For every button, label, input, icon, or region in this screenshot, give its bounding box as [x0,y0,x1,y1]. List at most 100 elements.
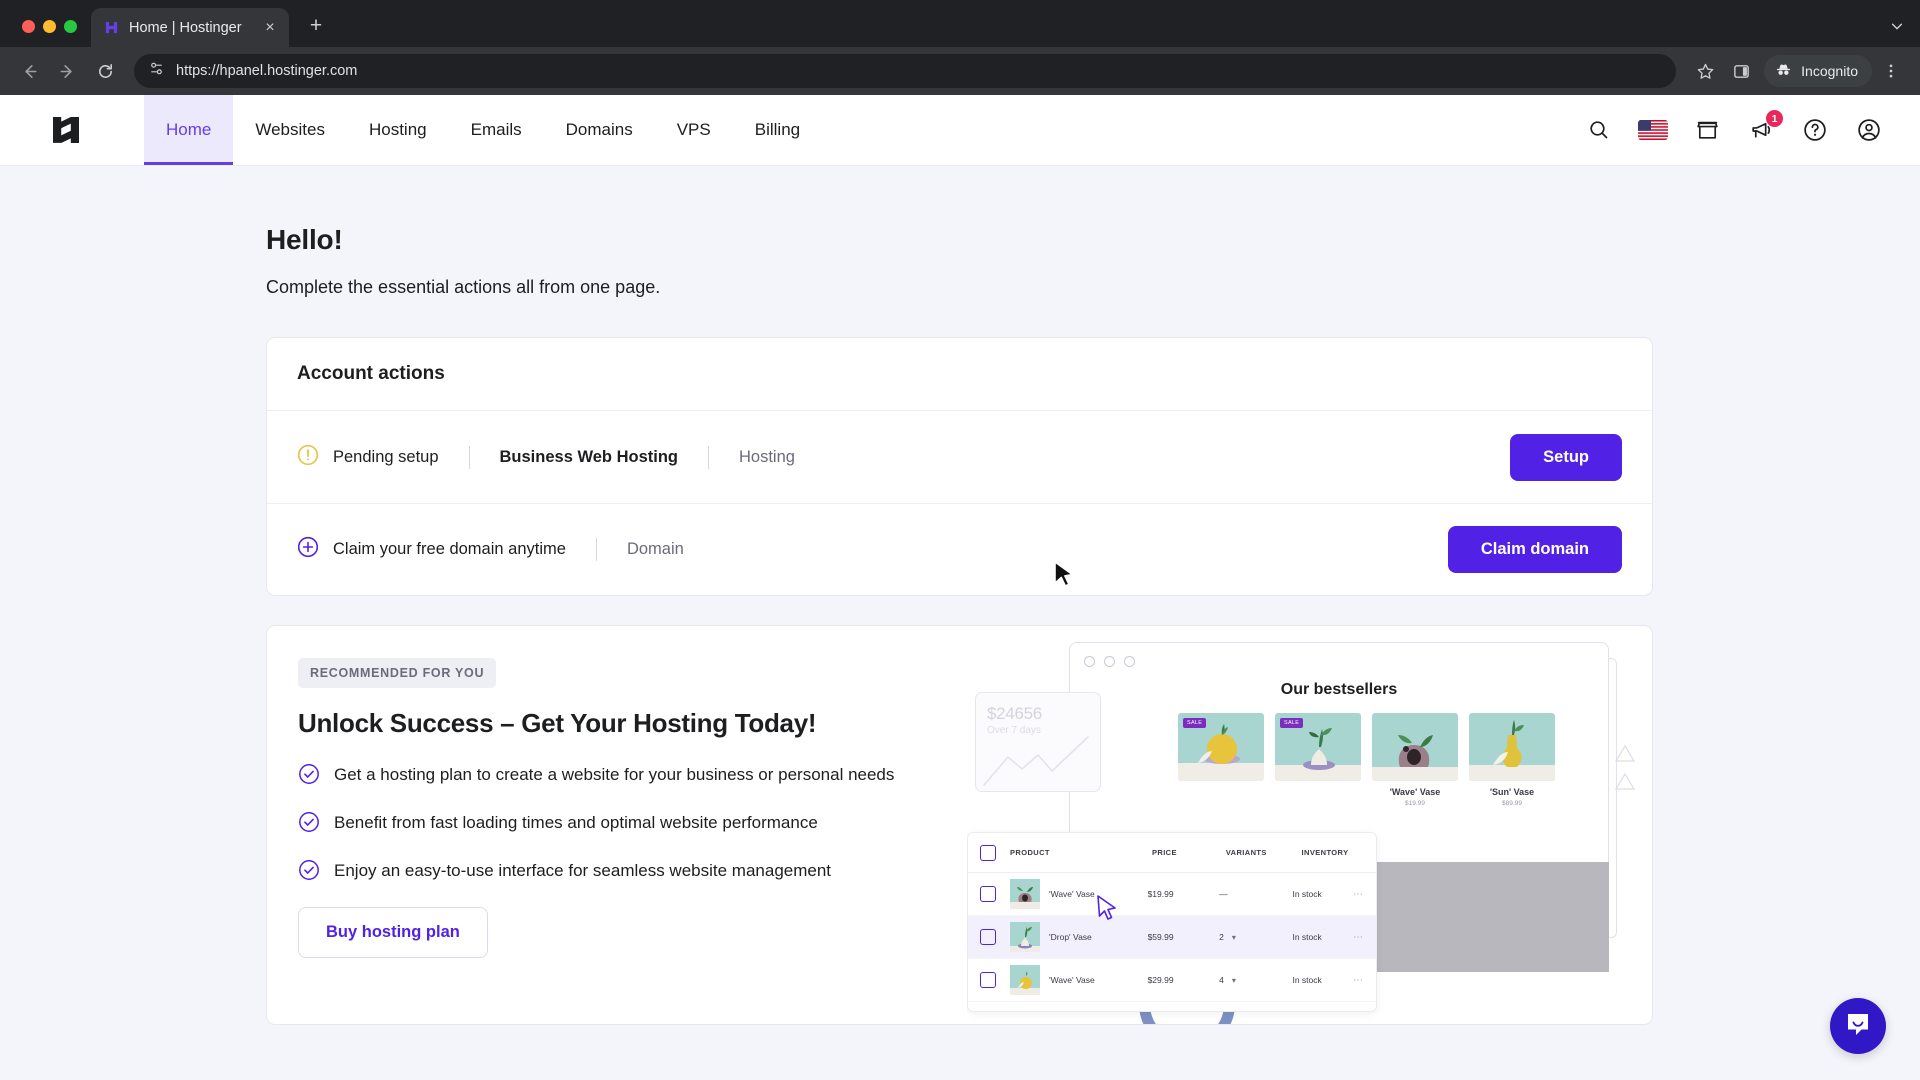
incognito-label: Incognito [1801,63,1858,79]
search-icon[interactable] [1584,115,1614,145]
maximize-window-button[interactable] [64,20,77,33]
nav-item-billing[interactable]: Billing [733,95,822,165]
account-avatar-icon[interactable] [1854,115,1884,145]
artwork-dot [1084,656,1095,667]
address-bar[interactable]: https://hpanel.hostinger.com [134,54,1677,88]
promo-artwork: Our bestsellers SALE SALE 'Wave' Vase $1… [967,626,1652,1024]
hpanel-nav-actions: 1 [1584,95,1884,165]
browser-tab[interactable]: Home | Hostinger × [91,8,289,47]
row-divider [468,445,470,469]
artwork-product-table: PRODUCT PRICE VARIANTS INVENTORY 'Wave' … [967,832,1377,1012]
account-actions-title: Account actions [297,363,445,384]
incognito-indicator[interactable]: Incognito [1764,55,1872,87]
cell-product: 'Wave' Vase [1010,965,1148,995]
select-all-checkbox[interactable] [980,844,996,861]
chevron-down-icon[interactable]: ▾ [1232,976,1236,985]
warning-exclamation-icon [297,444,319,471]
artwork-triangle-icon [1614,772,1636,796]
row-left: Pending setup Business Web Hosting Hosti… [297,444,795,471]
nav-item-domains[interactable]: Domains [544,95,655,165]
page-title: Hello! [266,224,343,255]
column-header-price: PRICE [1151,848,1177,857]
product-thumbnail [1010,922,1040,952]
claim-domain-button[interactable]: Claim domain [1447,526,1622,573]
artwork-triangle-icon [1614,744,1636,768]
row-checkbox[interactable] [980,929,996,945]
back-button[interactable] [12,54,46,88]
help-question-icon[interactable] [1800,115,1830,145]
bullet-text: Benefit from fast loading times and opti… [334,813,818,832]
browser-toolbar: https://hpanel.hostinger.com Incognito [0,47,1920,95]
cell-price: $29.99 [1147,975,1174,985]
hpanel-nav-items: Home Websites Hosting Emails Domains VPS… [144,95,822,165]
artwork-revenue-card: $24656 Over 7 days [975,692,1101,792]
buy-hosting-plan-button[interactable]: Buy hosting plan [298,907,488,958]
page-content: Hello! Complete the essential actions al… [0,166,1920,1025]
account-action-row-domain: Claim your free domain anytime Domain Cl… [267,503,1652,595]
check-circle-icon [298,763,320,790]
us-flag-icon[interactable] [1638,115,1668,145]
artwork-product: SALE [1275,713,1361,807]
row-more-icon[interactable]: ⋯ [1353,932,1364,943]
intercom-chat-icon [1843,1009,1873,1044]
hostinger-h-logo[interactable] [46,95,144,165]
new-tab-button[interactable]: + [303,14,329,38]
nav-label: VPS [676,120,711,139]
nav-item-websites[interactable]: Websites [233,95,347,165]
cell-price: $59.99 [1147,932,1174,942]
artwork-sale-tag: SALE [1280,718,1304,728]
nav-item-home[interactable]: Home [144,95,234,165]
tabstrip-collapse-icon[interactable] [1890,19,1920,47]
announcements-megaphone-icon[interactable]: 1 [1746,110,1783,145]
row-left: Claim your free domain anytime Domain [297,536,684,563]
three-dot-menu-icon[interactable] [1874,54,1908,88]
chevron-down-icon[interactable]: ▾ [1232,933,1236,942]
forward-button[interactable] [50,54,84,88]
check-circle-icon [298,811,320,838]
side-panel-icon[interactable] [1724,54,1758,88]
setup-button[interactable]: Setup [1510,433,1622,481]
row-checkbox[interactable] [980,972,996,988]
artwork-window-dots [1070,643,1608,667]
hpanel-navbar: Home Websites Hosting Emails Domains VPS… [0,95,1920,166]
artwork-product-price: $19.99 [1405,800,1425,807]
list-item: Benefit from fast loading times and opti… [298,811,898,838]
list-item: Enjoy an easy-to-use interface for seaml… [298,859,898,886]
nav-label: Hosting [368,120,427,139]
row-status: Pending setup [333,447,439,466]
artwork-sparkline [983,736,1089,786]
account-actions-header: Account actions [267,338,1652,411]
recommended-promo-card: RECOMMENDED FOR YOU Unlock Success – Get… [266,625,1653,1025]
row-checkbox[interactable] [980,886,996,902]
reload-button[interactable] [88,54,122,88]
minimize-window-button[interactable] [43,20,56,33]
row-more-icon[interactable]: ⋯ [1353,889,1364,900]
page-settings-icon[interactable] [148,60,165,82]
star-icon[interactable] [1688,54,1722,88]
artwork-product-price: $89.99 [1502,800,1522,807]
bullet-text: Get a hosting plan to create a website f… [334,765,895,784]
column-header-inventory: INVENTORY [1301,848,1349,857]
nav-item-emails[interactable]: Emails [449,95,544,165]
nav-item-hosting[interactable]: Hosting [347,95,449,165]
product-name: 'Drop' Vase [1049,932,1092,942]
marketplace-store-icon[interactable] [1692,115,1722,145]
table-row: 'Wave' Vase $19.99 — In stock ⋯ [968,873,1376,916]
row-more-icon[interactable]: ⋯ [1353,975,1364,986]
table-row: 'Drop' Vase $59.99 2 ▾ In stock ⋯ [968,916,1376,959]
tab-title: Home | Hostinger [129,19,242,36]
column-header-product: PRODUCT [1010,848,1050,857]
table-header-row: PRODUCT PRICE VARIANTS INVENTORY [968,833,1376,873]
product-name: 'Wave' Vase [1049,975,1095,985]
promo-title: Unlock Success – Get Your Hosting Today! [298,708,817,738]
plus-circle-icon [297,536,319,563]
close-window-button[interactable] [22,20,35,33]
row-plan-name: Business Web Hosting [499,447,678,466]
notification-badge: 1 [1766,110,1783,127]
intercom-chat-button[interactable] [1830,998,1886,1054]
product-name: 'Wave' Vase [1049,889,1095,899]
tab-close-icon[interactable]: × [261,19,279,36]
artwork-store-heading: Our bestsellers [1280,681,1398,698]
nav-item-vps[interactable]: VPS [655,95,733,165]
bullet-text: Enjoy an easy-to-use interface for seaml… [334,861,832,880]
